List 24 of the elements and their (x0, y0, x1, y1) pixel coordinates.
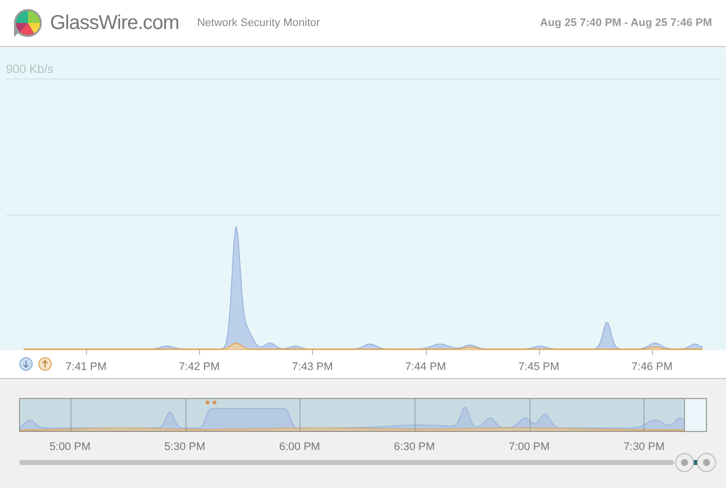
event-markers-icon (205, 400, 217, 405)
time-tick-label: 7:45 PM (517, 360, 560, 375)
overview-tick-label: 5:00 PM (48, 440, 92, 455)
upload-icon[interactable] (38, 357, 52, 371)
range-slider-track[interactable] (19, 460, 674, 465)
download-icon[interactable] (19, 357, 33, 371)
overview-tick-label: 6:30 PM (392, 440, 436, 455)
app-subtitle: Network Security Monitor (197, 16, 320, 31)
range-start-handle[interactable] (675, 453, 694, 472)
logo-text: GlassWire.com (50, 11, 180, 36)
overview-tick-label: 7:00 PM (508, 440, 551, 455)
time-range: Aug 25 7:40 PM - Aug 25 7:46 PM (540, 16, 712, 31)
time-tick-label: 7:44 PM (404, 360, 448, 375)
time-tick-label: 7:43 PM (290, 360, 334, 375)
overview-tick-label: 6:00 PM (278, 440, 322, 455)
overview-tick-label: 7:30 PM (622, 440, 666, 455)
selection-window[interactable] (684, 399, 706, 431)
time-tick-label: 7:41 PM (64, 360, 108, 375)
time-tick-label: 7:46 PM (630, 360, 674, 375)
overview-tick-label: 5:30 PM (163, 440, 206, 455)
scale-label: 900 Kb/s (6, 63, 54, 75)
time-tick-label: 7:42 PM (178, 360, 221, 375)
range-end-handle[interactable] (697, 453, 716, 472)
logo-icon (12, 7, 44, 39)
